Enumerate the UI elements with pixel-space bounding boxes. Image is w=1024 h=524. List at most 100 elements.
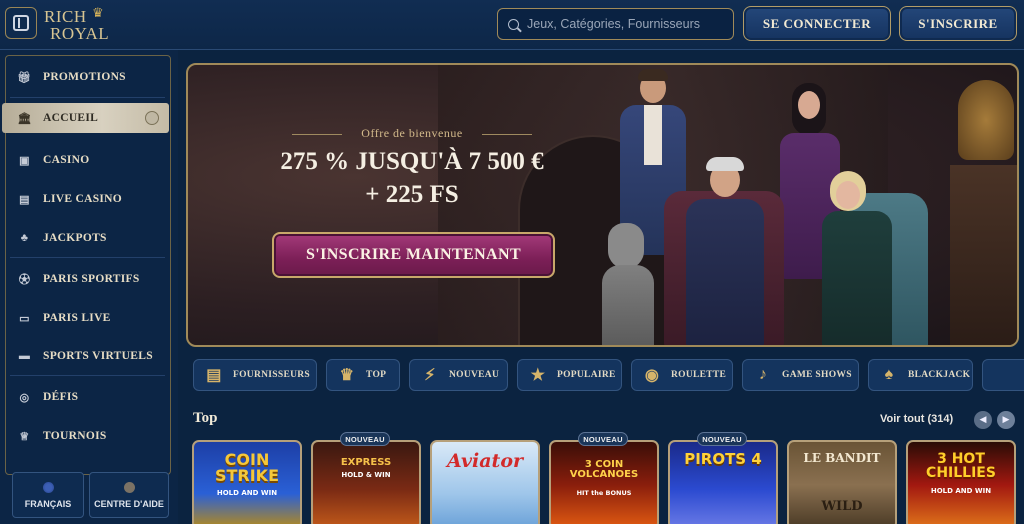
section-title: Top xyxy=(193,410,218,426)
new-badge: NOUVEAU xyxy=(578,432,628,446)
offer-headline: 275 % JUSQU'À 7 500 € xyxy=(280,148,544,175)
menu-toggle-button[interactable] xyxy=(5,7,37,39)
sidebar-item-label: PARIS SPORTIFS xyxy=(43,273,140,285)
ball-icon: ⚽︎ xyxy=(18,274,31,286)
login-button[interactable]: SE CONNECTER xyxy=(743,6,891,41)
sidebar-item-tournois[interactable]: ♕ TOURNOIS xyxy=(12,421,162,451)
category-bar: ▤ FOURNISSEURS ♛ TOP ⚡︎ NOUVEAU ★ POPULA… xyxy=(193,359,1024,391)
divider xyxy=(10,97,165,98)
live-icon: ▭ xyxy=(19,312,30,325)
category-blackjack[interactable]: ♠ BLACKJACK xyxy=(868,359,973,391)
sidebar-item-label: PARIS LIVE xyxy=(43,312,111,324)
game-card[interactable]: LE BANDIT WILD xyxy=(787,440,897,524)
seated-elder-man-image xyxy=(664,157,784,345)
language-button[interactable]: FRANÇAIS xyxy=(12,472,84,518)
logo-text-royal: ROYAL xyxy=(50,24,110,43)
category-label: POPULAIRE xyxy=(557,370,616,380)
divider xyxy=(10,257,165,258)
home-icon: 🏛︎ xyxy=(17,112,32,125)
flag-icon xyxy=(42,481,54,493)
category-fournisseurs[interactable]: ▤ FOURNISSEURS xyxy=(193,359,317,391)
signup-button[interactable]: S'INSCRIRE xyxy=(899,6,1017,41)
trophy-icon: ♕ xyxy=(19,430,30,443)
help-center-button[interactable]: CENTRE D'AIDE xyxy=(89,472,169,518)
lightning-icon: ⚡︎ xyxy=(424,367,436,384)
game-card[interactable]: COIN STRIKE HOLD AND WIN xyxy=(192,440,302,524)
game-card[interactable]: EXPRESS HOLD & WIN xyxy=(311,440,421,524)
game-title: Aviator xyxy=(447,450,523,472)
help-icon xyxy=(123,481,135,493)
game-card[interactable]: Aviator xyxy=(430,440,540,524)
category-roulette[interactable]: ◉ ROULETTE xyxy=(631,359,733,391)
game-card[interactable]: 3 COIN VOLCANOES HIT the BONUS xyxy=(549,440,659,524)
star-icon: ★ xyxy=(530,367,546,384)
signup-now-button[interactable]: S'INSCRIRE MAINTENANT xyxy=(272,232,555,278)
sidebar-item-casino[interactable]: ▣ CASINO xyxy=(12,145,162,175)
sidebar-item-jackpots[interactable]: ♣ JACKPOTS xyxy=(12,223,162,253)
game-title: EXPRESS xyxy=(340,457,392,468)
category-populaire[interactable]: ★ POPULAIRE xyxy=(517,359,622,391)
sidebar-item-label: DÉFIS xyxy=(43,391,79,403)
chevron-left-icon[interactable]: ◀ xyxy=(974,411,992,429)
see-all-link[interactable]: Voir tout (314) xyxy=(880,413,953,425)
search-box[interactable] xyxy=(497,8,734,40)
search-icon xyxy=(508,18,519,30)
dog-image xyxy=(596,219,658,345)
game-title: PIROTS 4 xyxy=(684,450,762,468)
category-game-shows[interactable]: ♪ GAME SHOWS xyxy=(742,359,859,391)
game-subtitle: HOLD AND WIN xyxy=(930,487,992,495)
game-subtitle: HOLD AND WIN xyxy=(216,489,278,497)
sidebar-item-defis[interactable]: ◎ DÉFIS xyxy=(12,382,162,412)
sidebar-item-label: SPORTS VIRTUELS xyxy=(43,350,153,362)
sidebar-item-live-casino[interactable]: ▤ LIVE CASINO xyxy=(12,184,162,214)
sidebar-item-accueil[interactable]: 🏛︎ ACCUEIL xyxy=(2,103,169,133)
sidebar-item-sports-virtuels[interactable]: ▬ SPORTS VIRTUELS xyxy=(12,341,162,371)
sidebar-item-label: CASINO xyxy=(43,154,90,166)
active-indicator-icon xyxy=(145,111,159,125)
book-icon: ▤ xyxy=(206,367,222,384)
category-label: BLACKJACK xyxy=(908,370,971,380)
language-label: FRANÇAIS xyxy=(24,498,72,509)
search-input[interactable] xyxy=(527,17,727,31)
game-card[interactable]: PIROTS 4 xyxy=(668,440,778,524)
help-label: CENTRE D'AIDE xyxy=(94,498,164,509)
game-card[interactable]: 3 HOT CHILLIES HOLD AND WIN xyxy=(906,440,1016,524)
game-subtitle: HOLD & WIN xyxy=(341,471,391,479)
chevron-right-icon[interactable]: ▶ xyxy=(997,411,1015,429)
new-badge: NOUVEAU xyxy=(340,432,390,446)
crown-icon: ♛ xyxy=(92,5,104,20)
sidebar-footer: FRANÇAIS CENTRE D'AIDE xyxy=(0,472,178,524)
monitor-icon: ▬ xyxy=(18,350,31,362)
clover-icon: ♣ xyxy=(20,232,29,244)
category-nouveau[interactable]: ⚡︎ NOUVEAU xyxy=(409,359,508,391)
sidebar-item-label: ACCUEIL xyxy=(43,112,99,124)
category-top[interactable]: ♛ TOP xyxy=(326,359,400,391)
target-icon: ◎ xyxy=(19,391,30,404)
vase-image xyxy=(958,80,1014,160)
logo[interactable]: RICH ♛ ROYAL xyxy=(44,5,116,45)
divider xyxy=(10,375,165,376)
category-label: FOURNISSEURS xyxy=(233,370,310,380)
sidebar-item-promotions[interactable]: 🎁︎ PROMOTIONS xyxy=(12,62,162,92)
sidebar-item-label: JACKPOTS xyxy=(43,232,107,244)
gift-icon: 🎁︎ xyxy=(17,71,32,84)
roulette-icon: ◉ xyxy=(644,367,660,384)
category-label: ROULETTE xyxy=(671,370,727,380)
new-badge: NOUVEAU xyxy=(697,432,747,446)
sidebar-item-paris-live[interactable]: ▭ PARIS LIVE xyxy=(12,303,162,333)
offer-label: Offre de bienvenue xyxy=(282,126,542,141)
blackjack-icon: ♠ xyxy=(884,366,894,383)
category-label: NOUVEAU xyxy=(449,370,500,380)
category-label: TOP xyxy=(366,370,387,380)
cards-icon: ▤ xyxy=(19,193,30,206)
category-next-partial[interactable] xyxy=(982,359,1024,391)
sidebar: 🎁︎ PROMOTIONS 🏛︎ ACCUEIL ▣ CASINO ▤ LIVE… xyxy=(0,50,178,524)
seated-blonde-woman-image xyxy=(818,171,928,345)
sidebar-item-paris-sportifs[interactable]: ⚽︎ PARIS SPORTIFS xyxy=(12,264,162,294)
game-title: 3 HOT CHILLIES xyxy=(926,451,996,481)
game-subtitle: HIT the BONUS xyxy=(576,489,632,497)
crown-icon: ♛ xyxy=(339,367,355,384)
sidebar-toggle-icon xyxy=(13,15,29,31)
game-title: COIN STRIKE xyxy=(214,450,280,485)
sidebar-item-label: TOURNOIS xyxy=(43,430,107,442)
